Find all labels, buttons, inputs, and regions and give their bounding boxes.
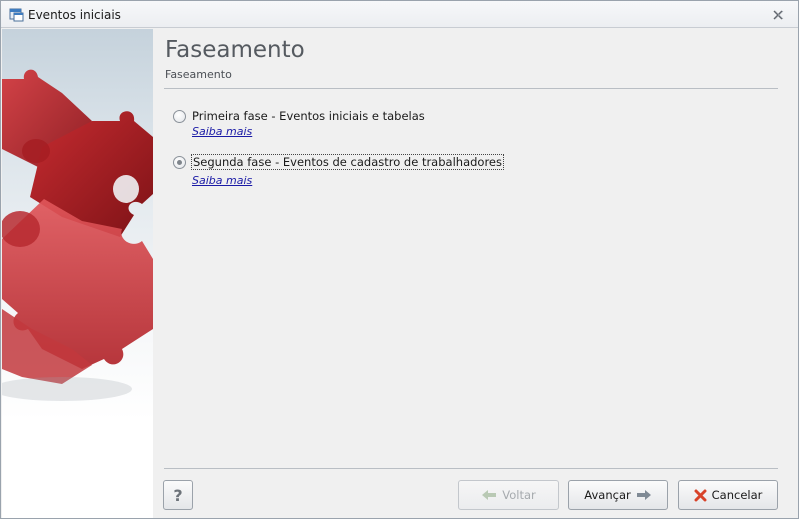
help-button[interactable]: ? [163,480,193,510]
cancel-button[interactable]: Cancelar [678,480,778,510]
radio-second-phase[interactable]: Segunda fase - Eventos de cadastro de tr… [173,154,504,170]
close-icon[interactable] [771,8,785,22]
next-button[interactable]: Avançar [568,480,668,510]
next-label: Avançar [584,488,631,502]
saiba-mais-link-second[interactable]: Saiba mais [192,174,252,187]
footer-divider [164,468,778,469]
window-title: Eventos iniciais [28,8,121,22]
back-button[interactable]: Voltar [458,480,559,510]
back-label: Voltar [502,488,536,502]
radio-first-phase[interactable]: Primeira fase - Eventos iniciais e tabel… [173,108,425,124]
saiba-mais-link-first[interactable]: Saiba mais [192,125,252,138]
puzzle-pieces-image [2,69,153,401]
page-title: Faseamento [165,37,305,63]
side-banner-image [2,29,153,518]
option-label: Primeira fase - Eventos iniciais e tabel… [192,109,425,123]
wizard-window: Eventos iniciais Faseamento Faseamento P… [0,0,799,519]
option-label: Segunda fase - Eventos de cadastro de tr… [191,154,504,170]
radio-button[interactable] [173,109,186,123]
arrow-right-icon [636,490,651,500]
arrow-left-icon [482,490,497,500]
cancel-label: Cancelar [711,488,763,502]
help-icon: ? [173,485,183,505]
wizard-content: Faseamento Faseamento Primeira fase - Ev… [153,29,798,518]
title-bar: Eventos iniciais [1,1,798,28]
header-divider [164,88,778,89]
page-subtitle: Faseamento [165,68,232,81]
app-window-icon [9,8,24,22]
cancel-x-icon [694,489,707,501]
radio-button-selected[interactable] [173,155,186,169]
